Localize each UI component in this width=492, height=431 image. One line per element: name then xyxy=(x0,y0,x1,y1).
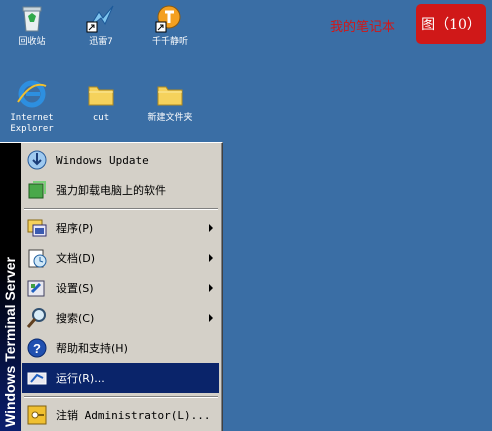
submenu-arrow-icon xyxy=(209,284,213,292)
desktop-icon-label: Internet Explorer xyxy=(10,113,54,134)
menu-separator xyxy=(24,208,218,210)
figure-badge: 图（10） xyxy=(416,4,486,44)
submenu-arrow-icon xyxy=(209,314,213,322)
desktop-icon-recycle-bin[interactable]: 回收站 xyxy=(0,2,64,48)
desktop-icon-internet-explorer[interactable]: Internet Explorer xyxy=(0,78,64,135)
menu-item-search[interactable]: 搜索(C) xyxy=(22,303,219,333)
menu-item-label: Windows Update xyxy=(56,153,149,167)
menu-item-run[interactable]: 运行(R)... xyxy=(22,363,219,393)
menu-item-programs[interactable]: 程序(P) xyxy=(22,213,219,243)
desktop-icon-folder-cut[interactable]: cut xyxy=(69,78,133,124)
menu-item-help[interactable]: ? 帮助和支持(H) xyxy=(22,333,219,363)
desktop-icon-ttplayer[interactable]: 千千静听 xyxy=(138,2,202,48)
programs-icon xyxy=(25,216,49,240)
desktop-icon-new-folder[interactable]: 新建文件夹 xyxy=(138,78,202,124)
windows-update-icon xyxy=(25,148,49,172)
search-icon xyxy=(25,306,49,330)
menu-separator xyxy=(24,396,218,398)
desktop-icon-label: 新建文件夹 xyxy=(147,113,193,123)
submenu-arrow-icon xyxy=(209,254,213,262)
menu-item-label: 设置(S) xyxy=(56,282,94,295)
folder-icon xyxy=(85,78,117,110)
svg-text:?: ? xyxy=(33,341,41,356)
menu-item-label: 文档(D) xyxy=(56,252,96,265)
desktop-icon-label: cut xyxy=(92,113,110,123)
menu-item-label: 搜索(C) xyxy=(56,312,95,325)
menu-item-label: 程序(P) xyxy=(56,222,94,235)
menu-item-documents[interactable]: 文档(D) xyxy=(22,243,219,273)
menu-item-logoff[interactable]: 注销 Administrator(L)... xyxy=(22,400,219,430)
ttplayer-icon xyxy=(154,2,186,34)
menu-item-settings[interactable]: 设置(S) xyxy=(22,273,219,303)
menu-item-label: 注销 Administrator(L)... xyxy=(56,409,211,422)
run-icon xyxy=(25,366,49,390)
menu-item-label: 强力卸载电脑上的软件 xyxy=(56,184,166,197)
submenu-arrow-icon xyxy=(209,224,213,232)
help-icon: ? xyxy=(25,336,49,360)
menu-item-label: 运行(R)... xyxy=(56,372,105,385)
watermark-text: 我的笔记本 xyxy=(330,20,396,35)
desktop-icon-label: 回收站 xyxy=(18,37,46,47)
banner-text: Windows Terminal Server xyxy=(2,257,18,427)
desktop-icon-label: 迅雷7 xyxy=(89,37,113,47)
documents-icon xyxy=(25,246,49,270)
settings-icon xyxy=(25,276,49,300)
xunlei-icon xyxy=(85,2,117,34)
menu-item-windows-update[interactable]: Windows Update xyxy=(22,145,219,175)
start-menu-banner: Windows Terminal Server xyxy=(0,143,21,431)
internet-explorer-icon xyxy=(16,78,48,110)
start-menu: Windows Terminal Server Windows Update 强… xyxy=(0,142,223,431)
logoff-icon xyxy=(25,403,49,427)
uninstall-icon xyxy=(25,178,49,202)
recycle-bin-icon xyxy=(16,2,48,34)
desktop-icon-xunlei[interactable]: 迅雷7 xyxy=(69,2,133,48)
desktop-icon-label: 千千静听 xyxy=(151,37,188,47)
folder-icon xyxy=(154,78,186,110)
menu-item-uninstall[interactable]: 强力卸载电脑上的软件 xyxy=(22,175,219,205)
menu-item-label: 帮助和支持(H) xyxy=(56,342,128,355)
